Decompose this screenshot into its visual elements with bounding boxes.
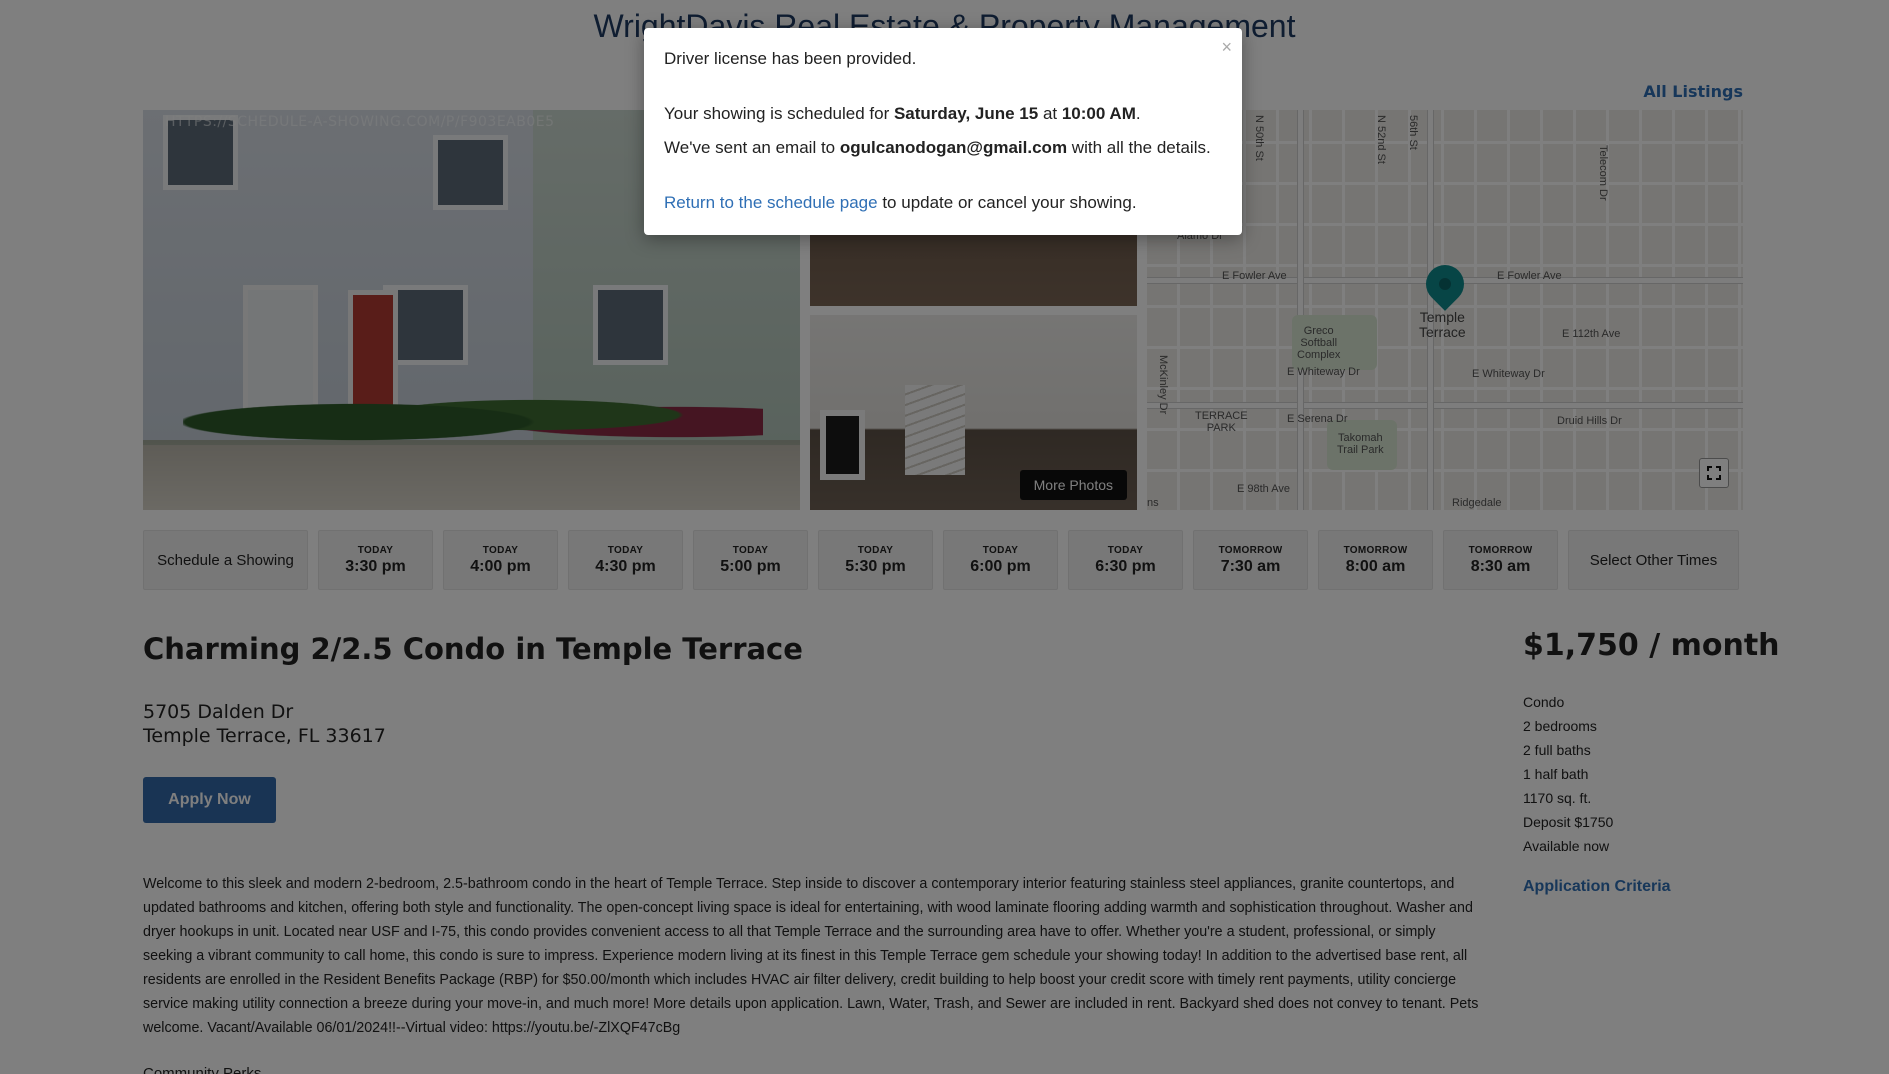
confirmation-modal: × Driver license has been provided. Your…: [644, 28, 1242, 235]
email-suffix: with all the details.: [1067, 138, 1211, 157]
license-message: Driver license has been provided.: [664, 49, 917, 68]
close-icon[interactable]: ×: [1221, 38, 1232, 56]
email-message: We've sent an email to ogulcanodogan@gma…: [664, 137, 1211, 159]
schedule-message: Your showing is scheduled for Saturday, …: [664, 103, 1141, 125]
return-schedule-link[interactable]: Return to the schedule page: [664, 193, 878, 212]
schedule-mid: at: [1038, 104, 1062, 123]
schedule-date: Saturday, June 15: [893, 104, 1039, 123]
schedule-suffix: .: [1135, 104, 1141, 123]
return-suffix: to update or cancel your showing.: [877, 193, 1137, 212]
email-address: ogulcanodogan@gmail.com: [839, 138, 1068, 157]
schedule-time: 10:00 AM: [1061, 104, 1136, 123]
email-prefix: We've sent an email to: [664, 138, 840, 157]
return-message: Return to the schedule page to update or…: [664, 192, 1137, 214]
schedule-prefix: Your showing is scheduled for: [664, 104, 894, 123]
